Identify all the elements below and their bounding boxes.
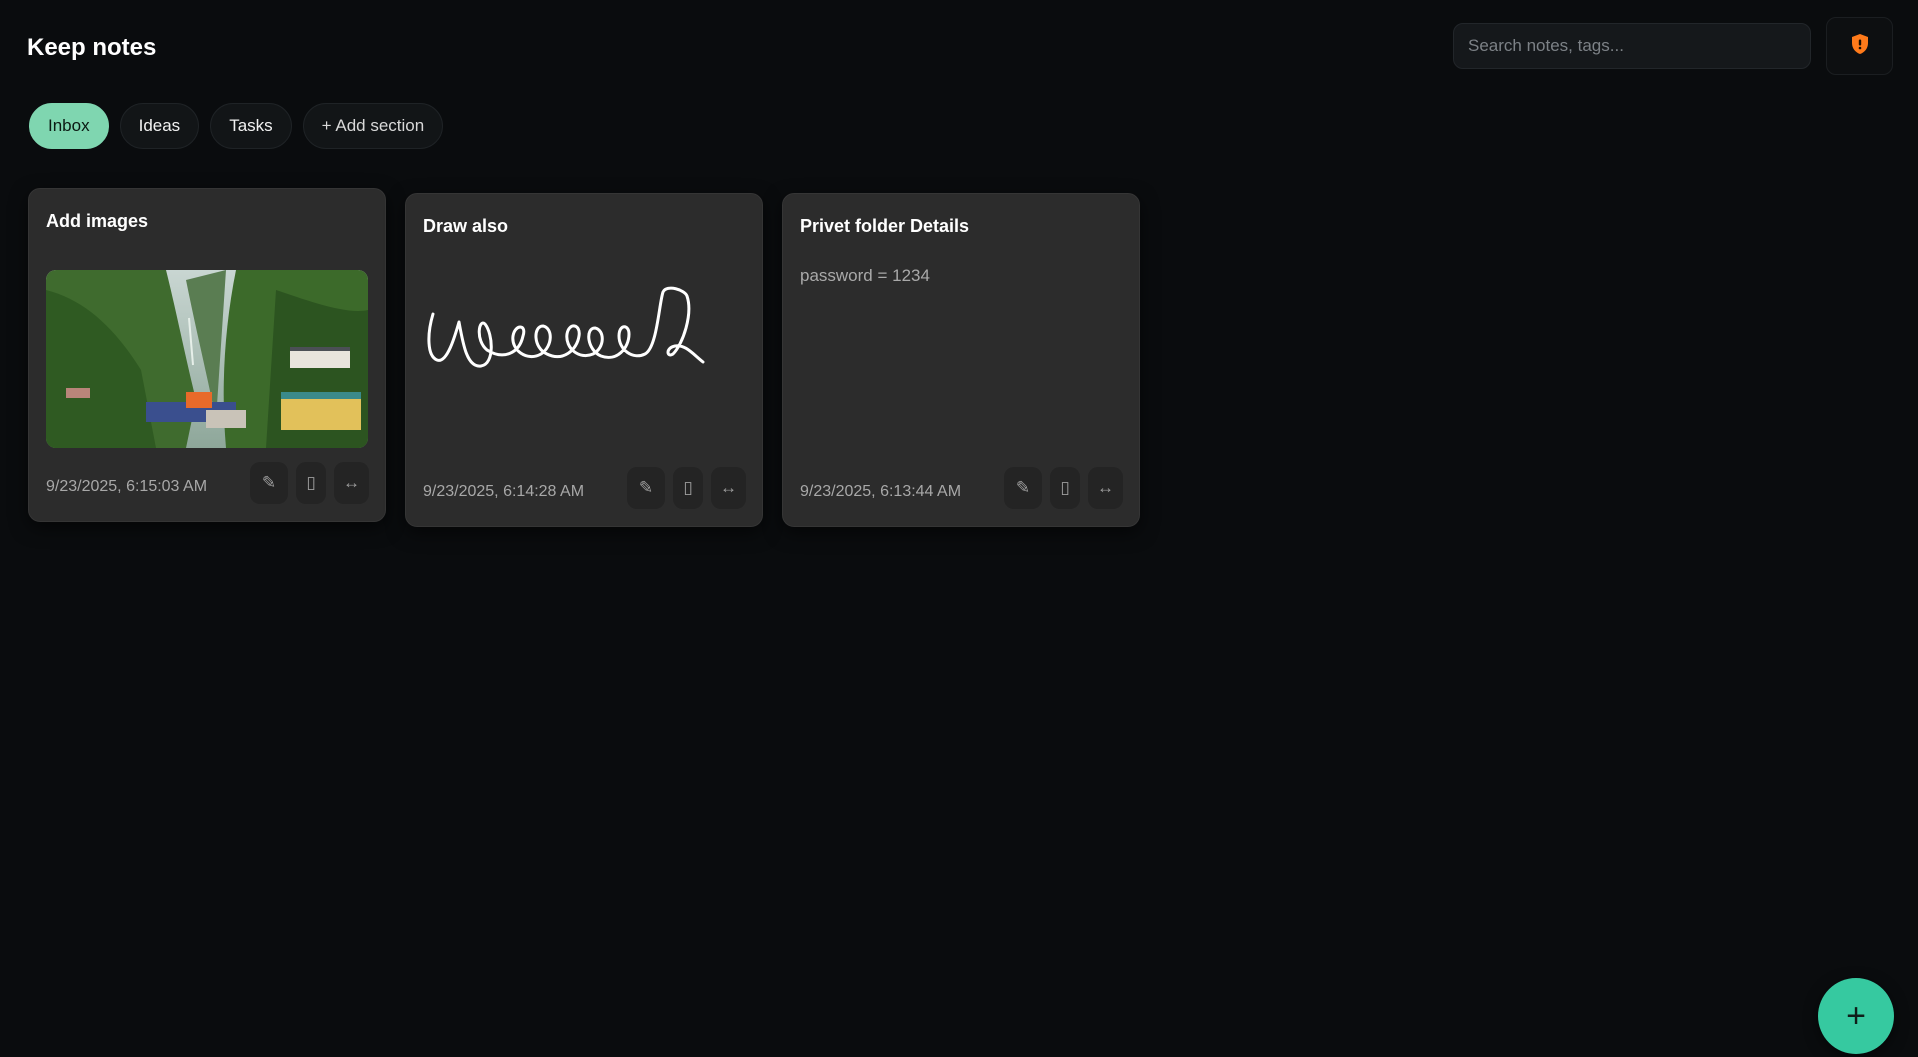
- edit-button[interactable]: ✎: [250, 462, 288, 504]
- trash-icon: ▯: [1060, 478, 1070, 497]
- move-button[interactable]: ↔: [334, 462, 369, 504]
- pencil-icon: ✎: [638, 478, 654, 497]
- move-arrows-icon: ↔: [1097, 478, 1114, 497]
- note-date: 9/23/2025, 6:15:03 AM: [46, 478, 208, 495]
- note-actions: ✎ ▯ ↔: [1004, 467, 1123, 509]
- note-date: 9/23/2025, 6:14:28 AM: [423, 483, 585, 500]
- lock-button[interactable]: [1826, 17, 1893, 75]
- note-card[interactable]: Add images 9/23/2025, 6:15:03 AM ✎ ▯ ↔: [28, 188, 386, 522]
- note-actions: ✎ ▯ ↔: [250, 462, 369, 504]
- section-tabs: Inbox Ideas Tasks + Add section: [29, 103, 444, 149]
- move-button[interactable]: ↔: [1088, 467, 1123, 509]
- trash-icon: ▯: [306, 473, 316, 492]
- note-actions: ✎ ▯ ↔: [627, 467, 746, 509]
- plus-icon: +: [1846, 996, 1866, 1035]
- note-card[interactable]: Draw also 9/23/2025, 6:14:28 AM ✎ ▯ ↔: [405, 193, 763, 527]
- note-title: Draw also: [423, 216, 509, 236]
- note-date: 9/23/2025, 6:13:44 AM: [800, 483, 962, 500]
- move-button[interactable]: ↔: [711, 467, 746, 509]
- note-body: password = 1234: [800, 266, 930, 285]
- note-drawing: [423, 284, 723, 394]
- note-title: Add images: [46, 211, 149, 231]
- move-arrows-icon: ↔: [343, 473, 360, 492]
- shield-lock-icon: [1850, 33, 1870, 60]
- note-image: [46, 270, 368, 448]
- edit-button[interactable]: ✎: [1004, 467, 1042, 509]
- delete-button[interactable]: ▯: [296, 462, 326, 504]
- add-note-button[interactable]: +: [1818, 978, 1894, 1054]
- tab-tasks[interactable]: Tasks: [210, 103, 292, 149]
- delete-button[interactable]: ▯: [673, 467, 703, 509]
- add-section-button[interactable]: + Add section: [302, 103, 444, 149]
- search-input[interactable]: [1453, 23, 1811, 69]
- move-arrows-icon: ↔: [720, 478, 737, 497]
- edit-button[interactable]: ✎: [627, 467, 665, 509]
- trash-icon: ▯: [683, 478, 693, 497]
- pencil-icon: ✎: [261, 473, 277, 492]
- tab-ideas[interactable]: Ideas: [119, 103, 200, 149]
- note-card[interactable]: Privet folder Details password = 1234 9/…: [782, 193, 1140, 527]
- pencil-icon: ✎: [1015, 478, 1031, 497]
- app-title: Keep notes: [27, 34, 157, 61]
- delete-button[interactable]: ▯: [1050, 467, 1080, 509]
- note-title: Privet folder Details: [800, 216, 970, 236]
- tab-inbox[interactable]: Inbox: [29, 103, 109, 149]
